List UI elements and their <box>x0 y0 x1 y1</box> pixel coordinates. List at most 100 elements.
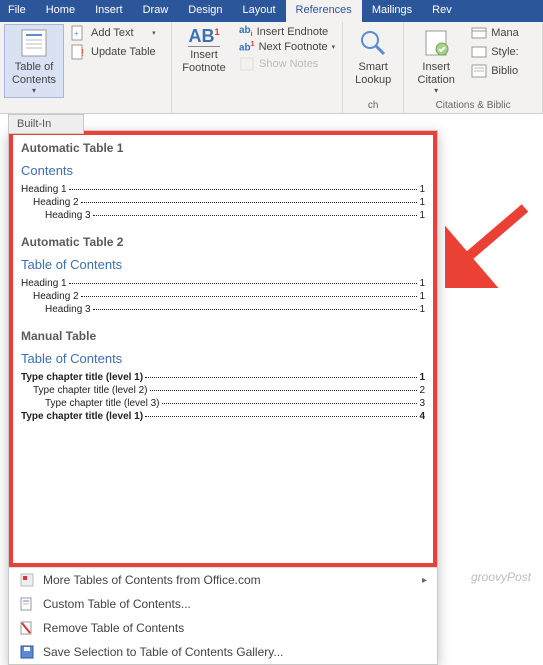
show-notes-button: Show Notes <box>236 55 338 73</box>
chevron-down-icon: ▾ <box>434 86 438 95</box>
update-table-button[interactable]: ! Update Table <box>68 43 159 61</box>
tab-references[interactable]: References <box>286 0 362 22</box>
toc-preview-row: Type chapter title (level 2)2 <box>21 385 425 396</box>
manage-icon <box>471 25 487 41</box>
search-icon <box>357 27 389 59</box>
insert-citation-label: Insert Citation <box>418 61 455 86</box>
toc-row-label: Heading 1 <box>21 278 67 289</box>
table-of-contents-button[interactable]: Table of Contents ▾ <box>4 24 64 98</box>
toc-label: Table of Contents <box>12 61 56 86</box>
toc-style-option[interactable]: Automatic Table 2 Table of Contents Headin… <box>21 235 425 315</box>
remove-toc-icon <box>19 620 35 636</box>
save-toc-menuitem[interactable]: Save Selection to Table of Contents Gall… <box>9 640 437 664</box>
toc-preview-title: Table of Contents <box>21 351 425 366</box>
more-toc-label: More Tables of Contents from Office.com <box>43 573 261 587</box>
toc-style-name: Manual Table <box>21 329 425 343</box>
footnote-ab-icon: AB1 <box>188 27 219 47</box>
toc-row-leader <box>81 296 418 297</box>
toc-row-page: 4 <box>419 411 425 422</box>
toc-gallery-dropdown: Automatic Table 1ContentsHeading 11Headi… <box>8 130 438 665</box>
toc-gallery-menu: More Tables of Contents from Office.com … <box>9 567 437 664</box>
update-table-label: Update Table <box>91 46 156 58</box>
manage-label: Mana <box>491 27 519 39</box>
save-toc-label: Save Selection to Table of Contents Gall… <box>43 645 283 659</box>
next-footnote-button[interactable]: ab1 Next Footnote ▾ <box>236 40 338 54</box>
tab-file[interactable]: File <box>0 0 36 22</box>
toc-row-leader <box>162 403 418 404</box>
group-toc: Table of Contents ▾ + Add Text ▾ ! Updat… <box>0 22 172 113</box>
chevron-down-icon: ▾ <box>152 29 156 37</box>
toc-row-label: Heading 3 <box>45 210 91 221</box>
add-text-label: Add Text <box>91 27 134 39</box>
toc-row-leader <box>93 215 418 216</box>
endnote-icon: abi <box>239 25 253 38</box>
tab-home[interactable]: Home <box>36 0 85 22</box>
insert-endnote-label: Insert Endnote <box>257 26 329 38</box>
office-icon <box>19 572 35 588</box>
tab-review[interactable]: Rev <box>422 0 462 22</box>
watermark: groovyPost <box>471 570 531 584</box>
toc-style-option[interactable]: Automatic Table 1ContentsHeading 11Headi… <box>21 141 425 221</box>
svg-text:!: ! <box>81 48 84 59</box>
toc-style-option[interactable]: Manual Table Table of Contents Type chapte… <box>21 329 425 422</box>
ribbon: Table of Contents ▾ + Add Text ▾ ! Updat… <box>0 22 543 114</box>
group-citations-label: Citations & Biblic <box>408 99 538 112</box>
next-footnote-label: Next Footnote <box>259 41 328 53</box>
toc-row-label: Type chapter title (level 1) <box>21 372 143 383</box>
style-label: Style: <box>491 46 519 58</box>
add-text-icon: + <box>71 25 87 41</box>
style-icon <box>471 44 487 60</box>
more-toc-menuitem[interactable]: More Tables of Contents from Office.com … <box>9 568 437 592</box>
annotation-arrow <box>445 198 535 288</box>
custom-toc-menuitem[interactable]: Custom Table of Contents... <box>9 592 437 616</box>
chevron-down-icon: ▾ <box>332 43 336 51</box>
tab-design[interactable]: Design <box>178 0 232 22</box>
toc-row-leader <box>145 377 417 378</box>
toc-row-label: Heading 1 <box>21 184 67 195</box>
citation-icon <box>420 27 452 59</box>
toc-row-label: Heading 3 <box>45 304 91 315</box>
tab-draw[interactable]: Draw <box>133 0 179 22</box>
insert-footnote-button[interactable]: AB1 Insert Footnote <box>176 24 232 77</box>
tab-layout[interactable]: Layout <box>233 0 286 22</box>
bibliography-button[interactable]: Biblio <box>468 62 522 80</box>
builtin-header: Built-In <box>8 114 84 134</box>
toc-row-page: 1 <box>419 197 425 208</box>
add-text-button[interactable]: + Add Text ▾ <box>68 24 159 42</box>
toc-row-page: 1 <box>419 372 425 383</box>
manage-sources-button[interactable]: Mana <box>468 24 522 42</box>
smart-lookup-button[interactable]: Smart Lookup <box>347 24 399 89</box>
tab-mailings[interactable]: Mailings <box>362 0 422 22</box>
toc-row-page: 3 <box>419 398 425 409</box>
insert-footnote-label: Insert Footnote <box>182 49 225 74</box>
insert-citation-button[interactable]: Insert Citation ▾ <box>408 24 464 98</box>
toc-preview-row: Heading 31 <box>21 304 425 315</box>
biblio-label: Biblio <box>491 65 518 77</box>
toc-preview-row: Type chapter title (level 1) 1 <box>21 372 425 383</box>
toc-row-leader <box>145 416 417 417</box>
group-research: Smart Lookup ch <box>343 22 404 113</box>
chevron-down-icon: ▾ <box>32 86 36 95</box>
group-citations: Insert Citation ▾ Mana Style: Biblio Cit… <box>404 22 543 113</box>
toc-row-page: 2 <box>419 385 425 396</box>
ribbon-tabs: File Home Insert Draw Design Layout Refe… <box>0 0 543 22</box>
toc-row-page: 1 <box>419 184 425 195</box>
next-footnote-icon: ab1 <box>239 41 255 53</box>
svg-text:+: + <box>74 29 79 38</box>
custom-toc-label: Custom Table of Contents... <box>43 597 191 611</box>
toc-row-leader <box>150 390 418 391</box>
toc-preview-row: Heading 1 1 <box>21 184 425 195</box>
toc-preview-title: Contents <box>21 163 425 178</box>
remove-toc-menuitem[interactable]: Remove Table of Contents <box>9 616 437 640</box>
style-button[interactable]: Style: <box>468 43 522 61</box>
toc-style-name: Automatic Table 1 <box>21 141 425 155</box>
toc-row-leader <box>81 202 418 203</box>
toc-preview-title: Table of Contents <box>21 257 425 272</box>
toc-preview-row: Type chapter title (level 1)4 <box>21 411 425 422</box>
toc-row-leader <box>69 283 418 284</box>
toc-style-name: Automatic Table 2 <box>21 235 425 249</box>
toc-row-label: Type chapter title (level 3) <box>45 398 160 409</box>
tab-insert[interactable]: Insert <box>85 0 133 22</box>
insert-endnote-button[interactable]: abi Insert Endnote <box>236 24 338 39</box>
smart-lookup-label: Smart Lookup <box>355 61 391 86</box>
